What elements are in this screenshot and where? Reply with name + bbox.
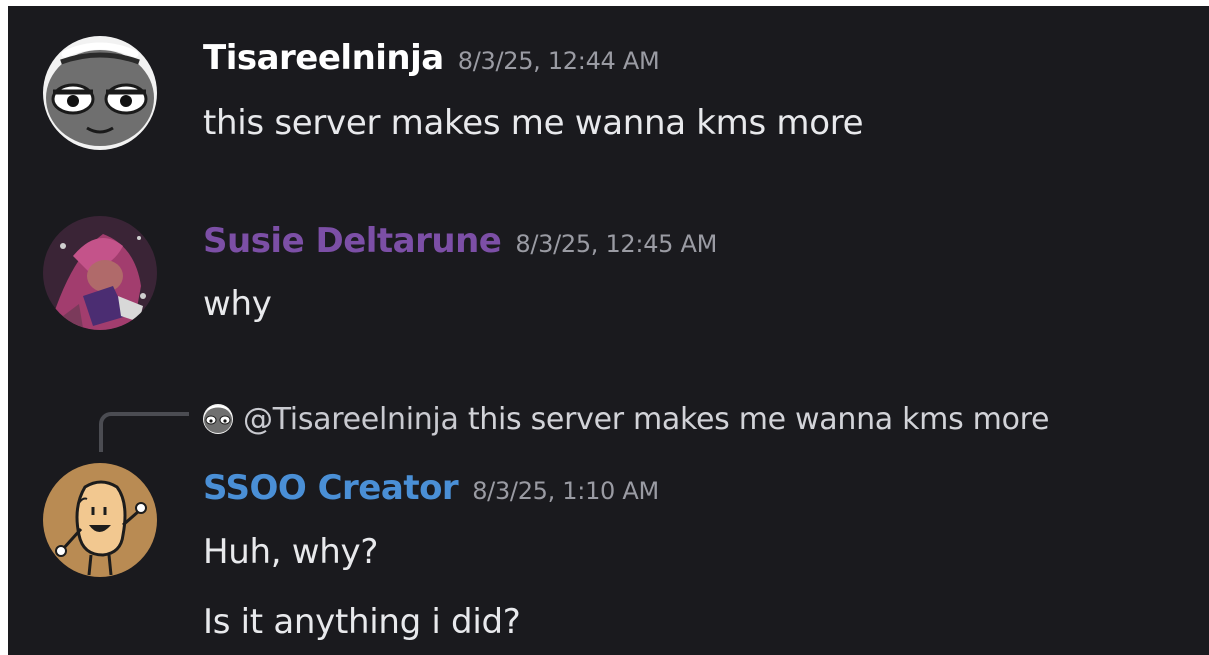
username[interactable]: Susie Deltarune xyxy=(203,221,502,261)
reply-avatar xyxy=(203,404,233,434)
user-avatar[interactable] xyxy=(43,463,157,577)
reply-preview[interactable]: @Tisareelninja this server makes me wann… xyxy=(203,402,1049,437)
message-text: Huh, why? xyxy=(203,532,379,572)
user-avatar[interactable] xyxy=(43,216,157,330)
reply-text: this server makes me wanna kms more xyxy=(467,402,1050,437)
reply-connector xyxy=(99,412,189,452)
username[interactable]: Tisareelninja xyxy=(203,38,444,78)
gray-face-avatar-icon xyxy=(203,404,233,434)
username[interactable]: SSOO Creator xyxy=(203,468,459,508)
timestamp: 8/3/25, 12:45 AM xyxy=(515,230,717,258)
chat-frame: Tisareelninja 8/3/25, 12:44 AM this serve… xyxy=(8,6,1209,655)
gray-face-avatar-icon xyxy=(43,36,157,150)
cartoon-character-avatar-icon xyxy=(43,463,157,577)
message-text: Is it anything i did? xyxy=(203,602,521,642)
user-avatar[interactable] xyxy=(43,36,157,150)
timestamp: 8/3/25, 1:10 AM xyxy=(472,477,659,505)
message-text: why xyxy=(203,284,272,324)
message-text: this server makes me wanna kms more xyxy=(203,103,864,143)
timestamp: 8/3/25, 12:44 AM xyxy=(457,47,660,75)
reply-mention[interactable]: @Tisareelninja xyxy=(243,402,459,437)
susie-deltarune-avatar-icon xyxy=(43,216,157,330)
